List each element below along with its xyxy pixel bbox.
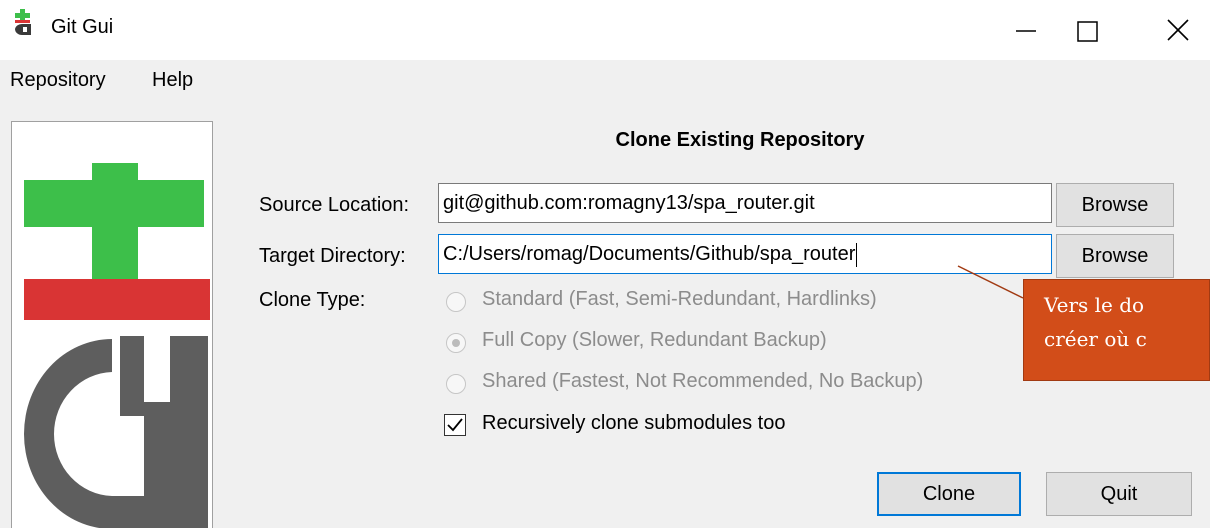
source-location-label: Source Location: (259, 194, 410, 216)
maximize-button[interactable] (1058, 0, 1118, 60)
radio-shared[interactable] (446, 374, 466, 394)
menu-help[interactable]: Help (152, 69, 193, 92)
git-gui-app-icon (15, 9, 31, 35)
target-directory-label: Target Directory: (259, 245, 406, 267)
target-directory-value: C:/Users/romag/Documents/Github/spa_rout… (443, 243, 856, 265)
recursive-checkbox[interactable] (444, 414, 466, 436)
callout-box: Vers le do créer où c (1023, 279, 1210, 381)
git-logo-icon (24, 163, 210, 528)
radio-standard-label: Standard (Fast, Semi-Redundant, Hardlink… (482, 288, 877, 310)
source-location-input[interactable]: git@github.com:romagny13/spa_router.git (438, 183, 1052, 223)
quit-button[interactable]: Quit (1046, 472, 1192, 516)
minimize-button[interactable] (998, 0, 1058, 60)
clone-type-label: Clone Type: (259, 289, 366, 311)
radio-standard[interactable] (446, 292, 466, 312)
source-browse-button[interactable]: Browse (1056, 183, 1174, 227)
radio-shared-label: Shared (Fastest, Not Recommended, No Bac… (482, 370, 924, 392)
menu-repository[interactable]: Repository (10, 69, 106, 92)
radio-selected-dot (452, 339, 460, 347)
text-caret (856, 242, 858, 267)
target-browse-button[interactable]: Browse (1056, 234, 1174, 278)
git-logo-panel (11, 121, 213, 528)
title-bar: Git Gui (0, 0, 1210, 60)
close-icon (1167, 19, 1189, 41)
clone-button[interactable]: Clone (877, 472, 1021, 516)
checkmark-icon (447, 418, 463, 432)
recursive-checkbox-label: Recursively clone submodules too (482, 412, 786, 434)
minimize-icon (1016, 30, 1036, 32)
radio-full-copy-label: Full Copy (Slower, Redundant Backup) (482, 329, 827, 351)
menu-bar: Repository Help (0, 60, 1210, 100)
source-location-value: git@github.com:romagny13/spa_router.git (443, 192, 815, 214)
window-title: Git Gui (51, 16, 114, 38)
target-directory-input[interactable]: C:/Users/romag/Documents/Github/spa_rout… (438, 234, 1052, 274)
radio-full-copy[interactable] (446, 333, 466, 353)
maximize-icon (1077, 21, 1098, 42)
callout-line-2: créer où c (1044, 327, 1147, 351)
close-button[interactable] (1150, 0, 1210, 60)
dialog-heading: Clone Existing Repository (615, 129, 865, 151)
callout-line-1: Vers le do (1044, 293, 1145, 317)
